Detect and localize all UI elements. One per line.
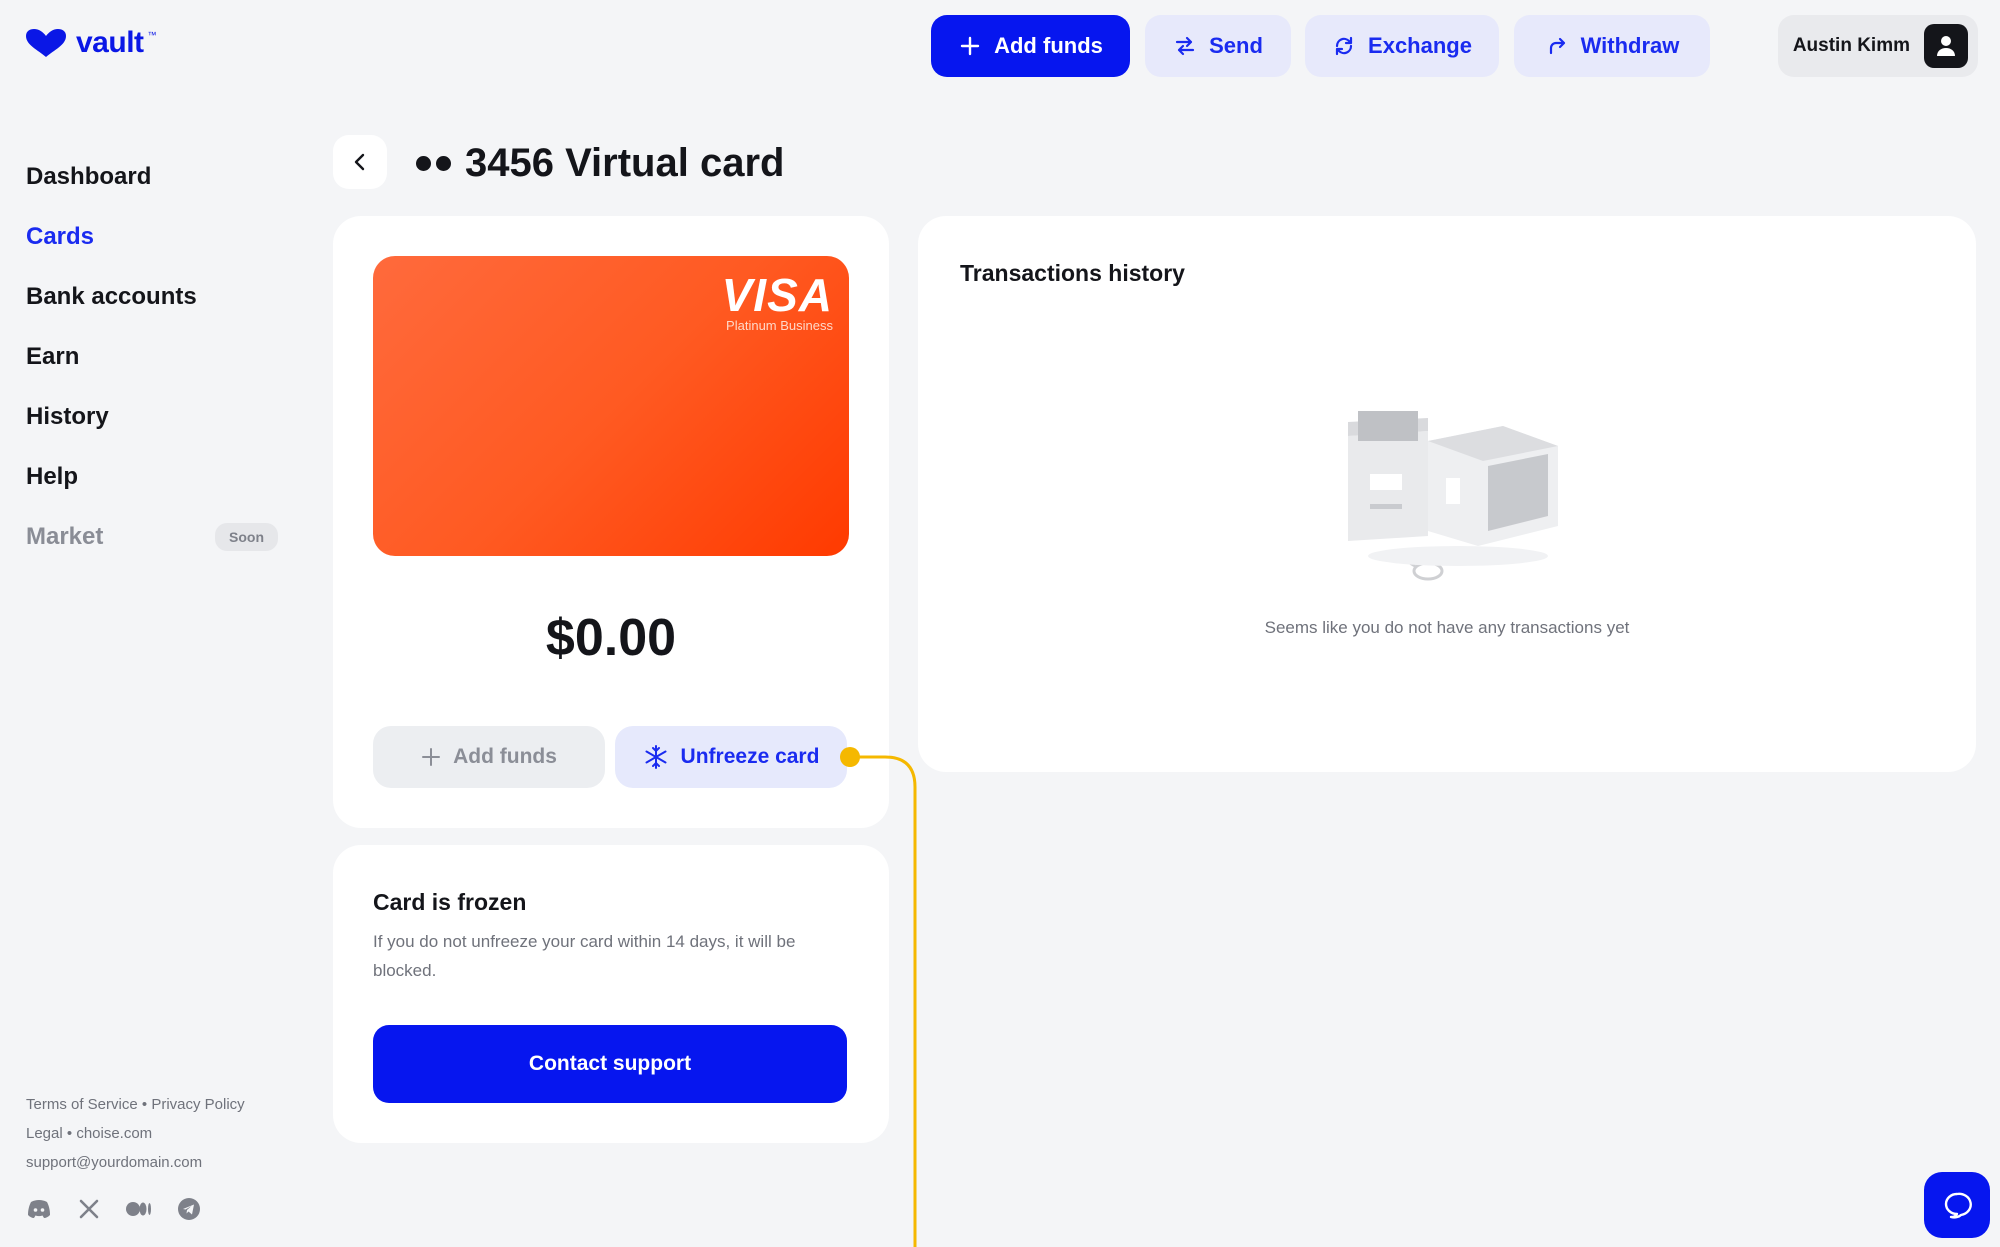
chevron-left-icon <box>354 153 365 171</box>
site-link[interactable]: choise.com <box>76 1125 152 1142</box>
send-button[interactable]: Send <box>1145 15 1291 77</box>
discord-icon[interactable] <box>26 1196 52 1222</box>
sidebar-item-label: Earn <box>26 343 80 370</box>
sidebar-item-history[interactable]: History <box>26 387 278 447</box>
logo-text: vault <box>76 26 144 59</box>
user-icon <box>1937 36 1955 56</box>
snowflake-icon <box>645 745 667 769</box>
card-title: 3456 Virtual card <box>465 140 785 185</box>
card-tier: Platinum Business <box>726 318 833 333</box>
chat-bubble-icon <box>1944 1192 1972 1219</box>
unfreeze-card-label: Unfreeze card <box>680 745 820 768</box>
add-funds-top-button[interactable]: Add funds <box>931 15 1130 77</box>
sidebar-item-label: Dashboard <box>26 163 152 190</box>
terms-link[interactable]: Terms of Service <box>26 1096 138 1113</box>
card-panel: VISA Platinum Business $0.00 Add funds U… <box>333 216 889 828</box>
sidebar-item-label: Help <box>26 463 79 490</box>
plus-icon <box>422 748 441 766</box>
sidebar-item-dashboard[interactable]: Dashboard <box>26 147 278 207</box>
chat-button[interactable] <box>1924 1172 1990 1238</box>
sidebar-item-bank-accounts[interactable]: Bank accounts <box>26 267 278 327</box>
frozen-description: If you do not unfreeze your card within … <box>373 932 796 980</box>
add-funds-top-label: Add funds <box>994 33 1103 58</box>
add-funds-label: Add funds <box>453 745 557 768</box>
separator: • <box>66 1125 73 1142</box>
withdraw-button[interactable]: Withdraw <box>1514 15 1710 77</box>
sidebar-item-label: Market <box>26 523 104 550</box>
add-funds-button[interactable]: Add funds <box>373 726 605 788</box>
withdraw-label: Withdraw <box>1580 33 1680 58</box>
card-balance: $0.00 <box>545 609 677 667</box>
forward-arrow-icon <box>1549 37 1565 55</box>
legal-footer: Terms of Service • Privacy Policy Legal … <box>26 1090 245 1177</box>
medium-icon[interactable] <box>126 1196 152 1222</box>
back-button[interactable] <box>333 135 387 189</box>
sidebar-item-cards[interactable]: Cards <box>26 207 278 267</box>
separator: • <box>141 1096 148 1113</box>
send-label: Send <box>1209 33 1263 58</box>
unfreeze-card-button[interactable]: Unfreeze card <box>615 726 847 788</box>
transactions-panel: Transactions history Seems like you do n… <box>918 216 1976 772</box>
virtual-card-image: VISA Platinum Business <box>373 256 849 556</box>
exchange-cycle-icon <box>1335 36 1353 56</box>
sidebar-item-label: Bank accounts <box>26 283 197 310</box>
sidebar-item-label: History <box>26 403 109 430</box>
exchange-button[interactable]: Exchange <box>1305 15 1499 77</box>
sidebar-item-help[interactable]: Help <box>26 447 278 507</box>
empty-boxes-illustration <box>1348 411 1558 581</box>
privacy-link[interactable]: Privacy Policy <box>151 1096 244 1113</box>
transactions-title: Transactions history <box>960 260 1185 286</box>
visa-logo: VISA <box>721 269 833 321</box>
contact-support-button[interactable]: Contact support <box>373 1025 847 1103</box>
soon-badge: Soon <box>215 523 278 551</box>
sidebar-item-earn[interactable]: Earn <box>26 327 278 387</box>
exchange-label: Exchange <box>1368 33 1472 58</box>
logo-trademark: ™ <box>147 30 157 40</box>
user-menu[interactable]: Austin Kimm <box>1778 15 1978 77</box>
frozen-title: Card is frozen <box>373 889 527 915</box>
sidebar-nav: Dashboard Cards Bank accounts Earn Histo… <box>26 147 278 567</box>
sidebar-item-label: Cards <box>26 223 95 250</box>
heart-logo-icon <box>26 29 66 57</box>
empty-state-text: Seems like you do not have any transacti… <box>1264 618 1630 637</box>
transfer-arrows-icon <box>1175 36 1195 56</box>
avatar <box>1924 24 1968 68</box>
telegram-icon[interactable] <box>176 1196 202 1222</box>
page-title: 3456 Virtual card <box>416 136 784 190</box>
sidebar-item-market: Market Soon <box>26 507 278 567</box>
support-email-link[interactable]: support@yourdomain.com <box>26 1154 202 1171</box>
masked-number-dots <box>416 155 451 171</box>
plus-icon <box>960 36 980 56</box>
frozen-notice-panel: Card is frozen If you do not unfreeze yo… <box>333 845 889 1143</box>
user-name: Austin Kimm <box>1792 35 1910 56</box>
x-icon[interactable] <box>76 1196 102 1222</box>
legal-link[interactable]: Legal <box>26 1125 63 1142</box>
social-links <box>26 1196 202 1222</box>
vault-logo[interactable]: vault ™ <box>24 26 157 60</box>
